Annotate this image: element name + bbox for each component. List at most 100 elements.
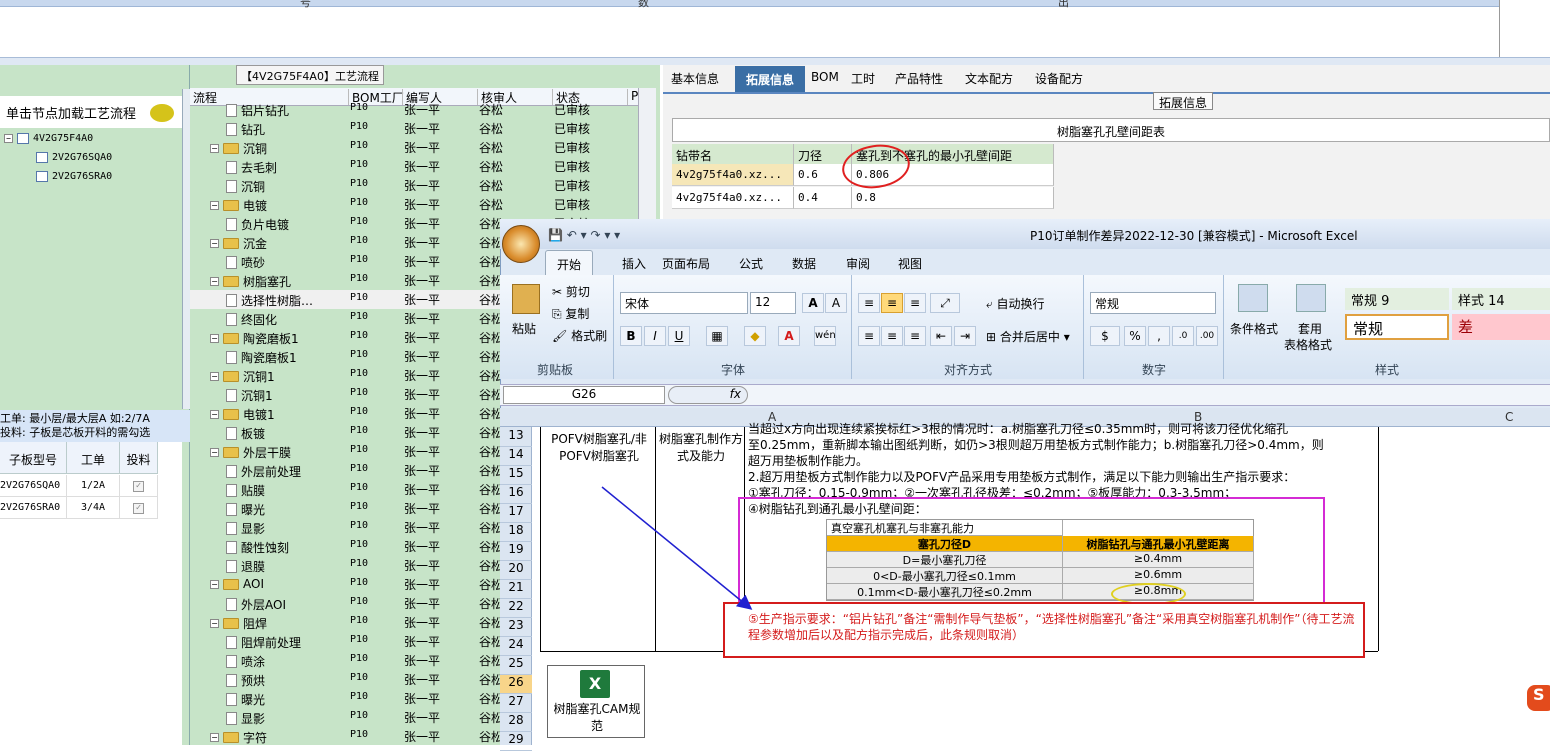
process-row[interactable]: − 电镀 P10 张一平 谷松 已审核 xyxy=(190,195,640,214)
process-name[interactable]: 贴膜 xyxy=(226,482,265,499)
input-method-icon[interactable]: S xyxy=(1527,685,1550,711)
table-header[interactable]: 工单 xyxy=(67,442,120,474)
row-number[interactable]: 24 xyxy=(500,637,532,656)
process-name[interactable]: 铝片钻孔 xyxy=(226,102,289,119)
row-number[interactable]: 21 xyxy=(500,580,532,599)
process-name[interactable]: 退膜 xyxy=(226,558,265,575)
chat-bubble-icon[interactable] xyxy=(150,104,174,122)
collapse-icon[interactable]: − xyxy=(210,410,219,419)
process-name[interactable]: 曝光 xyxy=(226,691,265,708)
process-row[interactable]: 铝片钻孔 P10 张一平 谷松 已审核 xyxy=(190,100,640,119)
status-cell[interactable]: 已审核 xyxy=(554,120,590,137)
checker-cell[interactable]: 谷松 xyxy=(479,158,503,175)
checker-cell[interactable]: 谷松 xyxy=(479,177,503,194)
process-name[interactable]: 终固化 xyxy=(226,311,277,328)
process-name[interactable]: 预烘 xyxy=(226,672,265,689)
font-size-select[interactable]: 12 xyxy=(750,292,796,314)
bom-cell[interactable]: P10 xyxy=(350,501,368,512)
bom-cell[interactable]: P10 xyxy=(350,292,368,303)
process-name[interactable]: − AOI xyxy=(210,577,264,591)
process-name[interactable]: − 电镀1 xyxy=(210,406,275,423)
row-number[interactable]: 26 xyxy=(500,675,532,694)
process-name[interactable]: 显影 xyxy=(226,710,265,727)
bom-cell[interactable]: P10 xyxy=(350,330,368,341)
checker-cell[interactable]: 谷松 xyxy=(479,120,503,137)
process-name[interactable]: 沉铜 xyxy=(226,178,265,195)
align-right-icon[interactable]: ≡ xyxy=(904,326,926,346)
table-header[interactable]: 钻带名 xyxy=(672,144,794,164)
style-14[interactable]: 样式 14 xyxy=(1452,288,1550,310)
bom-cell[interactable]: P10 xyxy=(350,121,368,132)
process-name[interactable]: − 阻焊 xyxy=(210,615,267,632)
cell-b-line[interactable]: 当超过x方向出现连续紧挨标红>3根的情况时：a.树脂塞孔刀径≤0.35mm时，则… xyxy=(748,421,1376,437)
style-normal9[interactable]: 常规 9 xyxy=(1345,288,1449,310)
row-number[interactable]: 19 xyxy=(500,542,532,561)
percent-icon[interactable]: % xyxy=(1124,326,1146,346)
collapse-icon[interactable]: − xyxy=(210,733,219,742)
bom-cell[interactable]: P10 xyxy=(350,634,368,645)
writer-cell[interactable]: 张一平 xyxy=(404,158,440,175)
status-cell[interactable]: 已审核 xyxy=(554,196,590,213)
table-cell[interactable]: 3/4A xyxy=(67,497,120,519)
process-name[interactable]: 负片电镀 xyxy=(226,216,289,233)
row-number[interactable]: 13 xyxy=(500,428,532,447)
conditional-format-icon[interactable] xyxy=(1238,284,1268,312)
excel-file-icon[interactable]: X xyxy=(580,670,610,698)
writer-cell[interactable]: 张一平 xyxy=(404,500,440,517)
shrink-font-button[interactable]: A xyxy=(825,293,847,313)
increase-decimal-icon[interactable]: .0 xyxy=(1172,326,1194,346)
bom-cell[interactable]: P10 xyxy=(350,672,368,683)
bom-cell[interactable]: P10 xyxy=(350,482,368,493)
row-number[interactable]: 23 xyxy=(500,618,532,637)
paste-icon[interactable] xyxy=(512,284,540,314)
phonetic-icon[interactable]: wén xyxy=(814,326,836,346)
table-cell[interactable]: ✓ xyxy=(120,497,158,519)
bom-cell[interactable]: P10 xyxy=(350,577,368,588)
tab-text-recipe[interactable]: 文本配方 xyxy=(965,70,1013,87)
process-name[interactable]: − 沉铜1 xyxy=(210,368,275,385)
tree-node-child[interactable]: 2V2G76SRA0 xyxy=(36,171,112,182)
ribbon-tab-view[interactable]: 视图 xyxy=(898,255,922,272)
row-number[interactable]: 22 xyxy=(500,599,532,618)
collapse-icon[interactable]: − xyxy=(210,201,219,210)
splitter-bar[interactable] xyxy=(0,57,1550,65)
checker-cell[interactable]: 谷松 xyxy=(479,139,503,156)
process-name[interactable]: 陶瓷磨板1 xyxy=(226,349,297,366)
row-number[interactable]: 29 xyxy=(500,732,532,751)
status-cell[interactable]: 已审核 xyxy=(554,101,590,118)
writer-cell[interactable]: 张一平 xyxy=(404,386,440,403)
process-name[interactable]: 去毛刺 xyxy=(226,159,277,176)
writer-cell[interactable]: 张一平 xyxy=(404,671,440,688)
writer-cell[interactable]: 张一平 xyxy=(404,215,440,232)
table-cell[interactable]: 1/2A xyxy=(67,475,120,497)
table-format-button[interactable]: 套用 xyxy=(1298,320,1322,337)
align-top-icon[interactable]: ≡ xyxy=(858,293,880,313)
collapse-icon[interactable]: − xyxy=(210,239,219,248)
copy-button[interactable]: ⎘ 复制 xyxy=(552,305,589,322)
process-name[interactable]: − 字符 xyxy=(210,729,267,746)
row-number[interactable]: 20 xyxy=(500,561,532,580)
comma-icon[interactable]: , xyxy=(1148,326,1170,346)
table-header[interactable]: 投料 xyxy=(120,442,158,474)
quick-access-toolbar[interactable]: 💾 ↶ ▾ ↷ ▾ ▾ xyxy=(548,228,638,244)
red-note-text[interactable]: ⑤生产指示要求：“铝片钻孔”备注“需制作导气垫板”，“选择性树脂塞孔”备注“采用… xyxy=(748,611,1358,643)
cell-a2-text[interactable]: 树脂塞孔制作方式及能力 xyxy=(659,431,743,465)
writer-cell[interactable]: 张一平 xyxy=(404,557,440,574)
row-number[interactable]: 28 xyxy=(500,713,532,732)
tree-node-child[interactable]: 2V2G76SQA0 xyxy=(36,152,112,163)
bom-cell[interactable]: P10 xyxy=(350,197,368,208)
writer-cell[interactable]: 张一平 xyxy=(404,443,440,460)
process-name[interactable]: 沉铜1 xyxy=(226,387,273,404)
table-cell[interactable]: 4v2g75f4a0.xz... xyxy=(672,164,794,186)
bom-cell[interactable]: P10 xyxy=(350,235,368,246)
writer-cell[interactable]: 张一平 xyxy=(404,139,440,156)
bom-cell[interactable]: P10 xyxy=(350,539,368,550)
collapse-icon[interactable]: − xyxy=(210,372,219,381)
status-cell[interactable]: 已审核 xyxy=(554,177,590,194)
bom-cell[interactable]: P10 xyxy=(350,178,368,189)
conditional-format-button[interactable]: 条件格式 xyxy=(1230,320,1278,337)
tree-node-root[interactable]: −4V2G75F4A0 xyxy=(4,133,93,144)
orientation-icon[interactable]: ⤢ xyxy=(930,293,960,313)
office-button-icon[interactable] xyxy=(502,225,540,263)
row-number[interactable]: 27 xyxy=(500,694,532,713)
